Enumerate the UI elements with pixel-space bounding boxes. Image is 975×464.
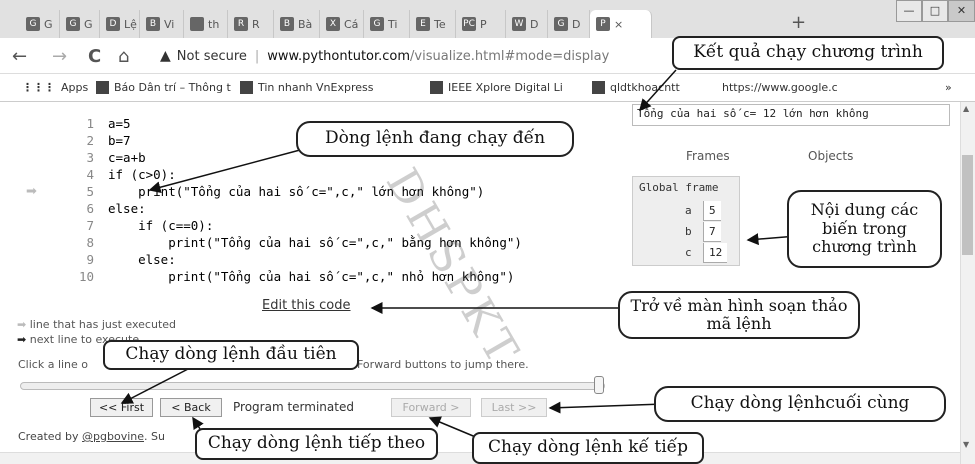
callout-ke-tiep: Chạy dòng lệnh kế tiếp [472, 432, 704, 464]
callout-tiep-theo: Chạy dòng lệnh tiếp theo [195, 428, 438, 460]
callout-noi-dung: Nội dung các biến trong chương trình [787, 190, 942, 268]
arrow-dong-lenh [148, 149, 301, 194]
callout-cuoi-cung: Chạy dòng lệnhcuối cùng [654, 386, 946, 422]
screenshot-root: G G G G D Lệ B Vi th R R B Bà X Cá G Ti E Te PC P W D G D P × + — … [0, 0, 975, 464]
arrow-cuoi-cung [548, 401, 665, 414]
callout-dong-lenh: Dòng lệnh đang chạy đến [296, 121, 574, 157]
callout-dau-tien: Chạy dòng lệnh đầu tiên [103, 340, 359, 370]
arrow-dau-tien [120, 367, 191, 404]
callout-ket-qua: Kết quả chạy chương trình [672, 36, 944, 70]
callout-tro-ve: Trở về màn hình soạn thảo mã lệnh [618, 291, 860, 339]
arrow-ket-qua [638, 69, 677, 112]
